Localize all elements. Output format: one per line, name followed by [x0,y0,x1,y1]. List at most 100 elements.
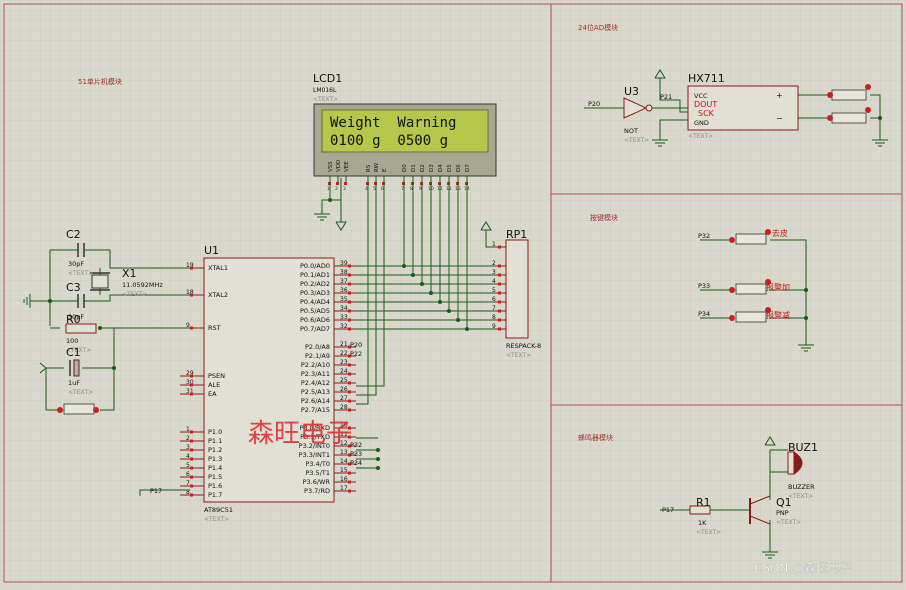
schematic-diagram: 51单片机模块 24位AD模块 按键模块 蜂鸣器模块 LCD1 LM016L <… [0,0,906,586]
lcd-pin-label: D7 [465,164,471,172]
mcu-pin-number: 35 [340,296,348,303]
mcu-pin-label: P2.3/A11 [301,370,330,378]
lcd-pin-label: D0 [402,164,408,172]
mcu-pin-number: 33 [340,314,348,321]
mcu-pin-marker [348,309,351,313]
rp1-pin-number: 8 [492,314,496,321]
u3-ref: U3 [624,85,639,98]
mcu-pin-number: 25 [340,377,348,384]
mcu-pin-label: EA [208,390,217,398]
lcd-pin-label: RS [366,164,372,172]
mcu-pin-marker [348,408,351,412]
rp1-pin-marker [498,264,501,268]
rp1-body [505,239,529,339]
mcu-pin-marker [190,383,193,387]
mcu-pin-marker [190,457,193,461]
schematic-canvas: 51单片机模块 24位AD模块 按键模块 蜂鸣器模块 LCD1 LM016L <… [0,0,906,586]
lcd-pin-label: VSS [328,161,334,172]
mcu-ref: U1 [204,244,219,257]
mcu-pin-label: P1.3 [208,455,222,463]
section-title-keys: 按键模块 [590,213,618,222]
key1-label: 去皮 [772,228,788,238]
section-title-ad: 24位AD模块 [578,23,618,32]
mcu-pin-label: P0.3/AD3 [300,289,330,297]
rp1-part: RESPACK-8 [506,342,541,350]
mcu-pin-number: 36 [340,287,348,294]
mcu-pin-marker [348,399,351,403]
mcu-pin-number: 38 [340,269,348,276]
rp1-ref: RP1 [506,228,527,241]
key3-label: 报警减 [766,310,790,320]
mcu-pin-label: P3.7/RD [304,487,330,495]
mcu-chip[interactable]: U1 AT89C51 <TEXT> 19 XTAL118 XTAL29 RST29 PS… [180,244,356,523]
buzzer-text-tag: <TEXT> [788,493,813,500]
mcu-pin-marker [190,448,193,452]
mcu-pin-marker [348,471,351,475]
q1-ref: Q1 [776,496,792,509]
r1-text-tag: <TEXT> [696,529,721,536]
mcu-pin-label: P2.6/A14 [301,397,330,405]
c3-ref: C3 [66,281,81,294]
rp1-pin-number: 2 [492,260,496,267]
lcd-ref: LCD1 [313,72,342,85]
lcd-pin-label: E [382,168,388,172]
lcd-part: LM016L [313,87,337,94]
mcu-pin-marker [348,480,351,484]
c1-text-tag: <TEXT> [68,389,93,396]
lcd-pin-label: D3 [429,164,435,172]
mcu-pin-number: 37 [340,278,348,285]
rp1-pin-number: 1 [492,241,496,248]
mcu-pin-marker [190,466,193,470]
u3-part: NOT [624,127,638,135]
credit: CSDN @森旺电子 [754,560,852,575]
mcu-pin-marker [190,293,193,297]
section-title-buzzer: 蜂鸣器模块 [578,433,613,442]
mcu-pin-marker [190,484,193,488]
mcu-pin-marker [348,381,351,385]
mcu-pin-number: 7 [186,480,190,487]
lcd-text-tag: <TEXT> [313,96,338,103]
mcu-pin-label: P0.7/AD7 [300,325,330,333]
key2-net: P33 [698,282,710,290]
section-title-mcu: 51单片机模块 [78,77,122,86]
crystal-text-tag: <TEXT> [122,291,147,298]
r1-ref: R1 [696,496,711,509]
rp1-pin-marker [498,327,501,331]
u3-text-tag: <TEXT> [624,137,649,144]
rp1-pin-marker [498,309,501,313]
mcu-pin-number: 4 [186,453,190,460]
lcd-pin-label: D4 [438,164,444,172]
c2-ref: C2 [66,228,81,241]
mcu-pin-label: P2.0/A8 [305,343,330,351]
u3-in-net: P20 [588,100,600,108]
mcu-pin-number: 13 [340,449,348,456]
mcu-pin-marker [348,327,351,331]
key1-net: P32 [698,232,710,240]
mcu-pin-label: XTAL2 [208,291,228,299]
rp1-pin-marker [498,273,501,277]
mcu-pin-number: 23 [340,359,348,366]
mcu-pin-label: P0.5/AD5 [300,307,330,315]
mcu-pin-number: 16 [340,476,348,483]
mcu-pin-marker [348,273,351,277]
mcu-pin-marker [348,264,351,268]
rp1-pin-number: 3 [492,269,496,276]
mcu-right-pins: 39 P0.0/AD0 38 P0.1/AD1 37 P0.2/AD2 36 P0.3/AD3… [299,260,356,495]
mcu-pin-label: P2.1/A9 [305,352,330,360]
rp1-pin-marker [498,318,501,322]
mcu-pin-label: P1.4 [208,464,222,472]
mcu-pin-label: P1.2 [208,446,222,454]
mcu-pin-label: P0.0/AD0 [300,262,330,270]
mcu-pin-marker [190,326,193,330]
lcd-pin-label: D1 [411,164,417,172]
mcu-pin-label: P2.5/A13 [301,388,330,396]
crystal-ref: X1 [122,267,137,280]
mcu-pin-number: 28 [340,404,348,411]
lcd-pin-label: VEE [344,161,350,172]
rp1-pin-number: 5 [492,287,496,294]
mcu-pin-marker [190,439,193,443]
mcu-pin-number: 2 [186,435,190,442]
hx711-minus: − [776,114,783,123]
mcu-pin-marker [190,392,193,396]
c1-ref: C1 [66,346,81,359]
